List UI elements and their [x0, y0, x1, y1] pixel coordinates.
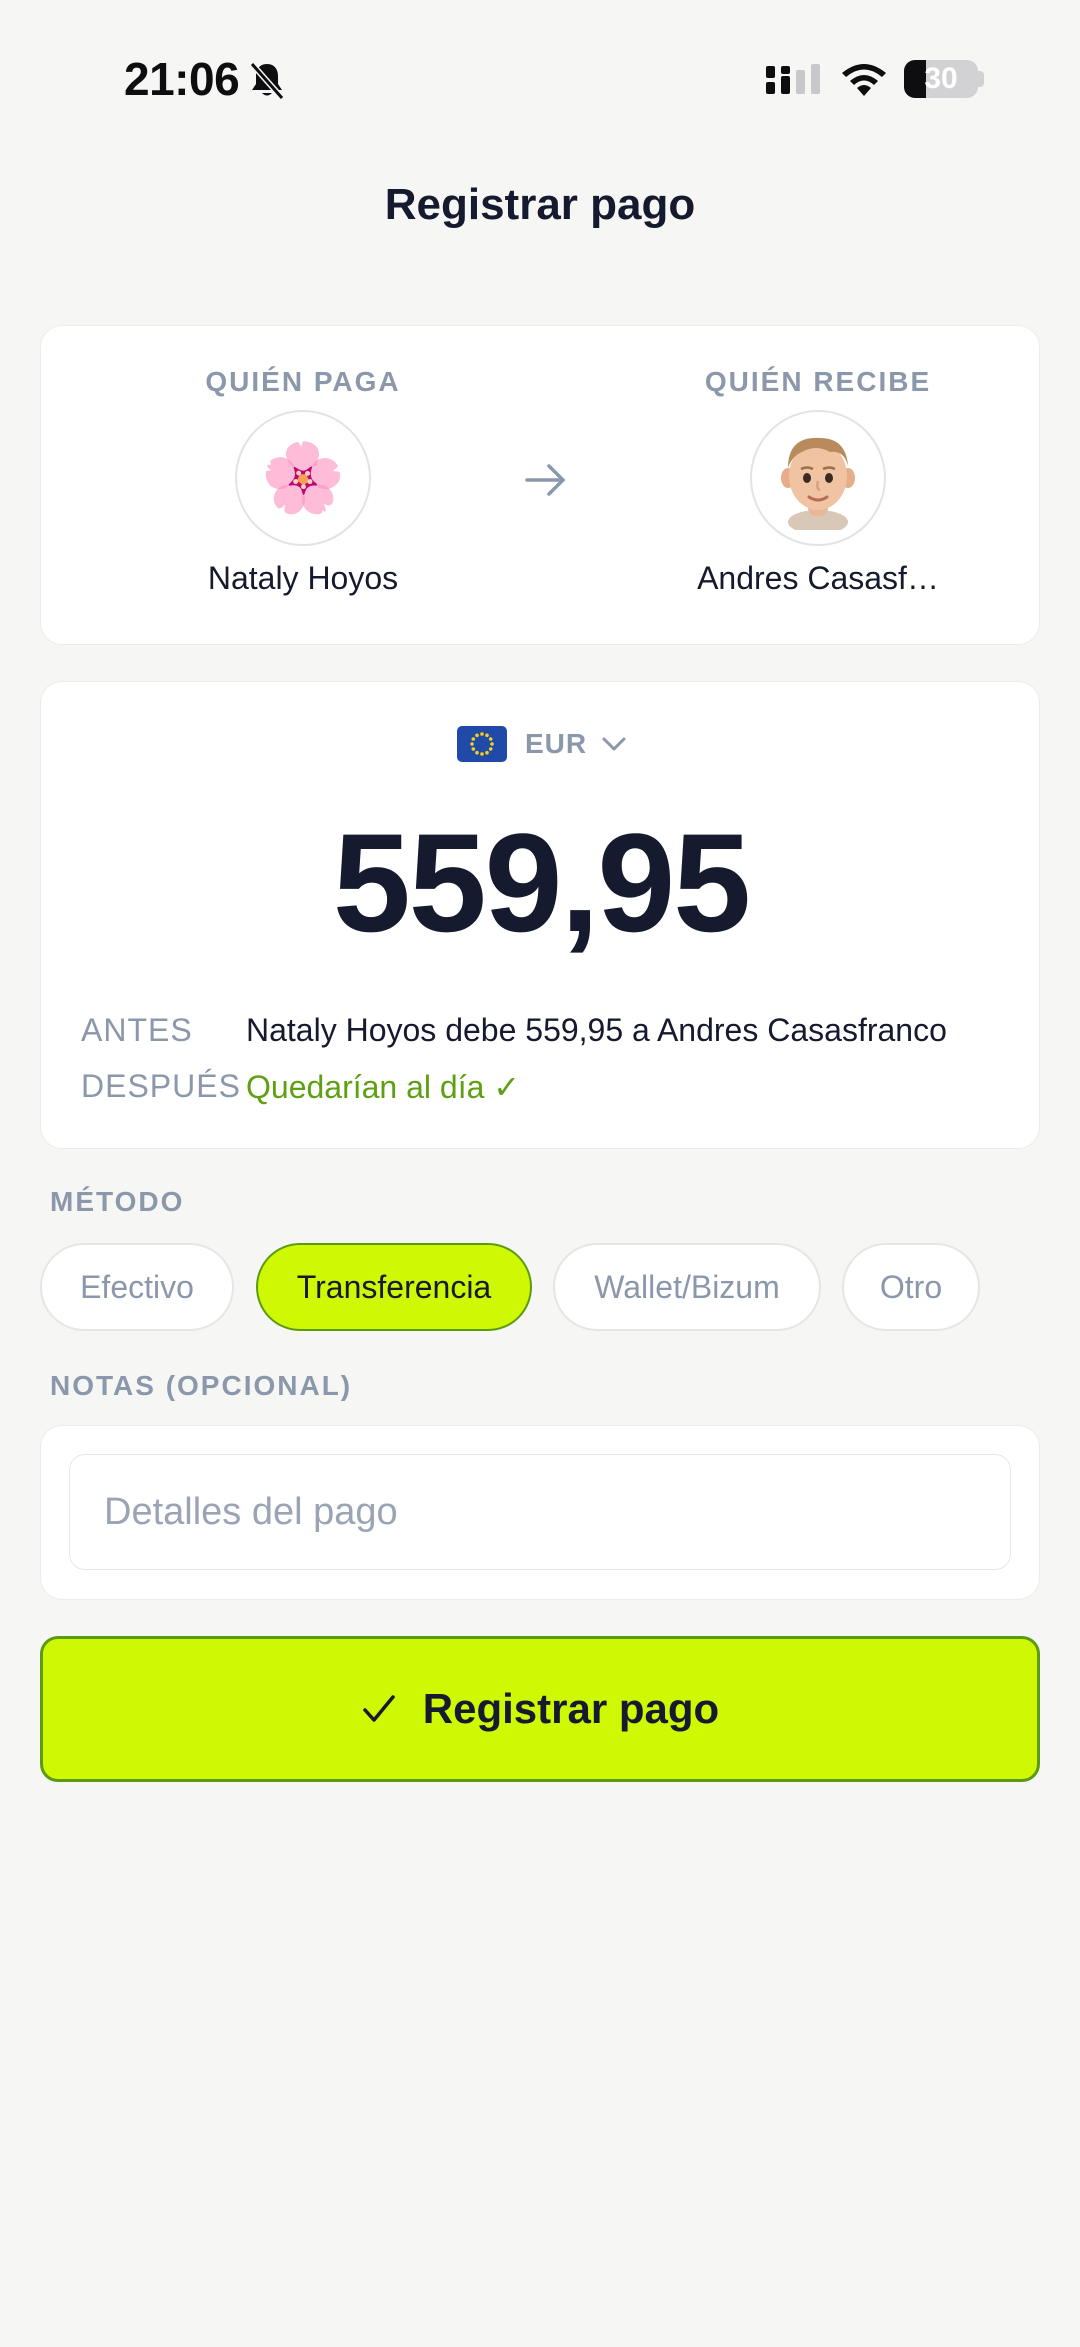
before-text: Nataly Hoyos debe 559,95 a Andres Casasf… [246, 1012, 947, 1048]
status-time: 21:06 [124, 53, 240, 105]
checkmark-icon [363, 1695, 395, 1722]
receiver-name: Andres Casasf… [697, 560, 939, 596]
eu-flag-icon [457, 726, 507, 762]
arrow-right-icon [525, 464, 565, 496]
payer-label: QUIÉN PAGA [205, 366, 401, 397]
method-option-efectivo[interactable]: Efectivo [40, 1243, 234, 1331]
method-option-transferencia[interactable]: Transferencia [256, 1243, 532, 1331]
currency-code: EUR [525, 728, 588, 759]
notes-input[interactable] [69, 1454, 1011, 1570]
method-option-otro[interactable]: Otro [842, 1243, 980, 1331]
status-bar: 21:06 30 [0, 0, 1080, 160]
battery-icon: 30 [904, 60, 978, 98]
receiver-avatar[interactable] [750, 410, 886, 546]
method-option-wallet-bizum[interactable]: Wallet/Bizum [553, 1243, 821, 1331]
notes-label: NOTAS (OPCIONAL) [50, 1370, 353, 1401]
register-payment-screen: 21:06 30 Registrar pago QUIÉN PAGA 🌸 Nat… [0, 0, 1080, 2347]
method-label: MÉTODO [50, 1186, 185, 1217]
signal-icon [766, 64, 820, 94]
register-payment-label: Registrar pago [422, 1685, 720, 1732]
amount-value[interactable]: 559,95 [41, 802, 1041, 964]
cherry-blossom-icon: 🌸 [260, 440, 346, 516]
wifi-icon [842, 64, 886, 96]
before-label: ANTES [81, 1012, 193, 1048]
after-label: DESPUÉS [81, 1068, 241, 1104]
bell-slash-icon [249, 62, 285, 100]
parties-card: QUIÉN PAGA 🌸 Nataly Hoyos QUIÉN RECIBE A… [40, 325, 1040, 645]
payer-name: Nataly Hoyos [207, 560, 399, 596]
battery-cap [978, 71, 984, 87]
payer-selector[interactable]: QUIÉN PAGA 🌸 Nataly Hoyos [123, 366, 483, 597]
register-payment-button[interactable]: Registrar pago [40, 1636, 1040, 1782]
amount-card: EUR 559,95 ANTES Nataly Hoyos debe 559,9… [40, 681, 1040, 1149]
currency-selector[interactable]: EUR [457, 722, 627, 766]
page-title: Registrar pago [384, 180, 696, 229]
memoji-avatar-icon [781, 437, 855, 530]
receiver-label: QUIÉN RECIBE [704, 366, 932, 397]
after-text: Quedarían al día ✓ [246, 1069, 521, 1105]
payer-avatar[interactable]: 🌸 [235, 410, 371, 546]
chevron-down-icon [602, 737, 626, 751]
receiver-selector[interactable]: QUIÉN RECIBE Andres Casasf… [638, 366, 998, 597]
battery-level: 30 [924, 62, 958, 95]
notes-card [40, 1425, 1040, 1600]
